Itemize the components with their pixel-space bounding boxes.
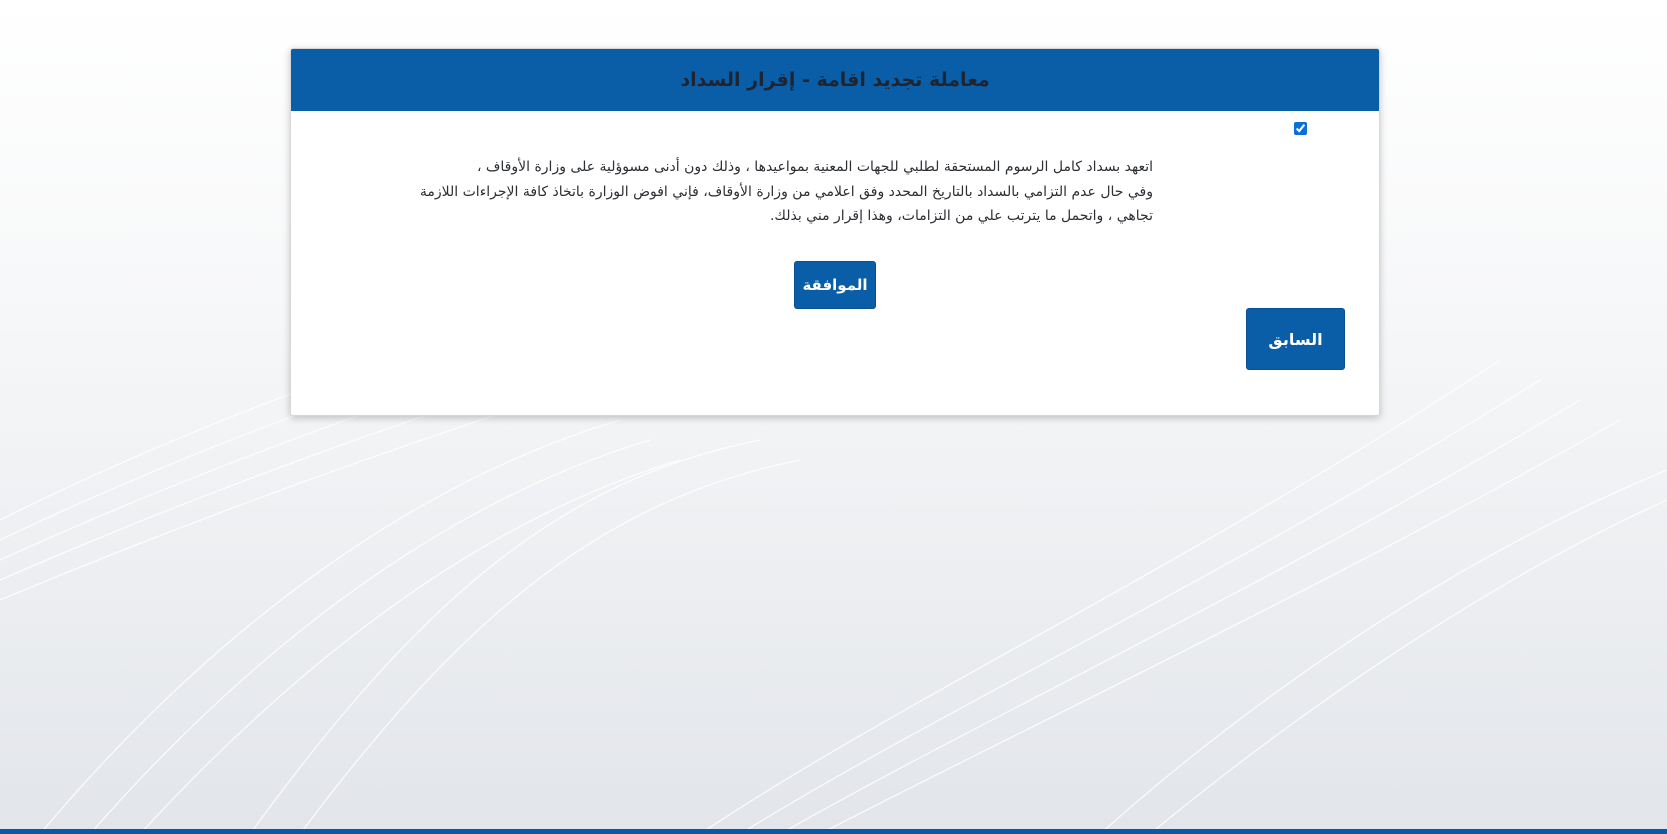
page-title: معاملة تجديد اقامة - إقرار السداد <box>680 69 990 91</box>
agree-button[interactable]: الموافقة <box>794 261 876 309</box>
back-button[interactable]: السابق <box>1246 308 1345 370</box>
pledge-text: اتعهد بسداد كامل الرسوم المستحقة لطلبي ل… <box>341 155 1153 229</box>
pledge-card: معاملة تجديد اقامة - إقرار السداد اتعهد … <box>290 48 1380 416</box>
card-header: معاملة تجديد اقامة - إقرار السداد <box>291 49 1379 111</box>
pledge-line: تجاهي ، واتحمل ما يترتب علي من التزامات،… <box>769 208 1153 224</box>
pledge-line: اتعهد بسداد كامل الرسوم المستحقة لطلبي ل… <box>476 159 1153 175</box>
pledge-checkbox[interactable] <box>1294 122 1307 135</box>
pledge-line: وفي حال عدم التزامي بالسداد بالتاريخ الم… <box>419 183 1153 200</box>
bottom-bar <box>0 829 1667 834</box>
